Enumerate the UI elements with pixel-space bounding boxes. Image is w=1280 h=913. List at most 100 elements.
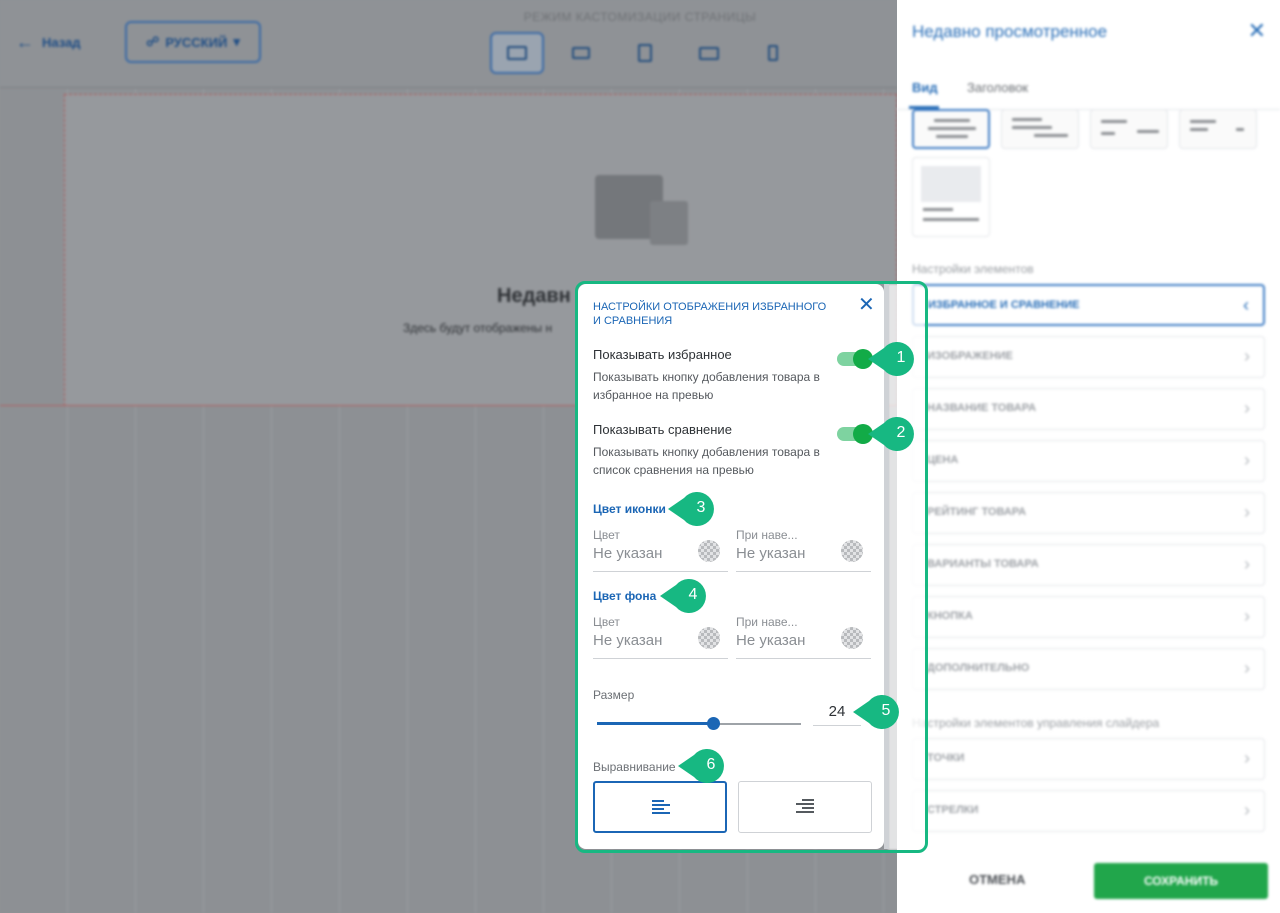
icon-hover-color-field[interactable]: При наве... Не указан: [736, 528, 871, 572]
device-switcher: [490, 32, 800, 74]
slider-handle[interactable]: [707, 717, 720, 730]
show-favorites-toggle[interactable]: [837, 349, 873, 369]
tablet-landscape-view-button[interactable]: [682, 32, 736, 74]
widget-subtitle: Здесь будут отображены н: [403, 321, 553, 335]
desktop-icon: [507, 46, 527, 60]
mode-title: РЕЖИМ КАСТОМИЗАЦИИ СТРАНИЦЫ: [523, 10, 757, 24]
color-swatch-icon[interactable]: [841, 627, 863, 649]
accordion-label: ВАРИАНТЫ ТОВАРА: [927, 558, 1039, 570]
arrow-left-icon: ←: [16, 32, 34, 52]
back-button[interactable]: ← Назад: [16, 32, 81, 53]
field-value: Не указан: [593, 632, 663, 649]
bg-hover-color-field[interactable]: При наве... Не указан: [736, 615, 871, 659]
back-label: Назад: [42, 35, 81, 50]
accordion-variants[interactable]: ВАРИАНТЫ ТОВАРА ›: [912, 544, 1265, 586]
show-compare-toggle[interactable]: [837, 424, 873, 444]
icon-color-field[interactable]: Цвет Не указан: [593, 528, 728, 572]
callout-number: 1: [896, 349, 906, 366]
accordion-label: ИЗБРАННОЕ И СРАВНЕНИЕ: [928, 299, 1080, 311]
size-slider[interactable]: [597, 717, 801, 730]
layout-option-5[interactable]: [912, 157, 990, 237]
accordion-button[interactable]: КНОПКА ›: [912, 596, 1265, 638]
field-label: Цвет: [593, 615, 620, 629]
field-label: При наве...: [736, 615, 798, 629]
align-left-icon: [652, 800, 670, 816]
accordion-additional[interactable]: ДОПОЛНИТЕЛЬНО ›: [912, 648, 1265, 690]
chevron-right-icon: ›: [1244, 800, 1250, 820]
desktop-view-button[interactable]: [490, 32, 544, 74]
bg-color-label: Цвет фона: [593, 589, 657, 603]
caret-down-icon: ▾: [233, 34, 240, 49]
layout-option-3[interactable]: [1090, 109, 1168, 149]
editor-toolbar: ← Назад ☍ РУССКИЙ ▾ РЕЖИМ КАСТОМИЗАЦИИ С…: [0, 0, 897, 88]
field-label: Цвет: [593, 528, 620, 542]
cancel-button[interactable]: ОТМЕНА: [969, 872, 1025, 887]
accordion-favorites-compare[interactable]: ИЗБРАННОЕ И СРАВНЕНИЕ ‹: [912, 284, 1265, 326]
widget-title: Недавн: [497, 285, 571, 307]
tablet-icon: [638, 44, 652, 62]
tablet-view-button[interactable]: [618, 32, 672, 74]
accordion-label: РЕЙТИНГ ТОВАРА: [927, 506, 1027, 518]
alignment-label: Выравнивание: [593, 760, 676, 774]
show-compare-description: Показывать кнопку добавления товара в сп…: [593, 445, 820, 477]
show-favorites-description: Показывать кнопку добавления товара в из…: [593, 370, 820, 402]
callout-badge: 1: [868, 342, 918, 376]
laptop-icon: [572, 47, 590, 59]
layout-option-1[interactable]: [912, 109, 990, 149]
accordion-price[interactable]: ЦЕНА ›: [912, 440, 1265, 482]
accordion-label: ТОЧКИ: [927, 752, 965, 764]
close-icon[interactable]: ✕: [858, 292, 875, 317]
accordion-label: НАЗВАНИЕ ТОВАРА: [927, 402, 1037, 414]
sidebar-tabs: Вид Заголовок: [897, 62, 1280, 110]
color-swatch-icon[interactable]: [698, 540, 720, 562]
callout-number: 3: [696, 499, 706, 516]
accordion-dots[interactable]: ТОЧКИ ›: [912, 738, 1265, 780]
chevron-right-icon: ›: [1244, 606, 1250, 626]
language-value: РУССКИЙ: [165, 34, 228, 50]
tablet-landscape-icon: [699, 46, 719, 60]
bg-color-field[interactable]: Цвет Не указан: [593, 615, 728, 659]
callout-badge: 2: [868, 417, 918, 451]
accordion-label: КНОПКА: [927, 610, 973, 622]
callout-badge: 4: [660, 579, 710, 613]
field-label: При наве...: [736, 528, 798, 542]
chevron-right-icon: ›: [1244, 450, 1250, 470]
accordion-arrows[interactable]: СТРЕЛКИ ›: [912, 790, 1265, 832]
language-select[interactable]: ☍ РУССКИЙ ▾: [125, 21, 261, 63]
align-right-button[interactable]: [738, 781, 872, 833]
color-swatch-icon[interactable]: [841, 540, 863, 562]
layout-option-4[interactable]: [1179, 109, 1257, 149]
save-button[interactable]: СОХРАНИТЬ: [1094, 863, 1268, 899]
boxes-icon: [595, 165, 695, 245]
callout-number: 5: [881, 702, 891, 719]
chevron-right-icon: ›: [1244, 398, 1250, 418]
slider-section-title: Настройки элементов управления слайдера: [912, 716, 1160, 730]
chevron-left-icon: ‹: [1243, 295, 1249, 315]
tab-view[interactable]: Вид: [912, 80, 938, 95]
chevron-right-icon: ›: [1244, 658, 1250, 678]
accordion-rating[interactable]: РЕЙТИНГ ТОВАРА ›: [912, 492, 1265, 534]
accordion-label: ДОПОЛНИТЕЛЬНО: [927, 662, 1030, 674]
image-placeholder-icon: [921, 166, 981, 202]
laptop-view-button[interactable]: [554, 32, 608, 74]
callout-badge: 3: [668, 492, 718, 526]
mobile-view-button[interactable]: [746, 32, 800, 74]
slider-fill: [597, 722, 713, 725]
callout-badge: 6: [678, 749, 728, 783]
field-value: Не указан: [593, 545, 663, 562]
color-swatch-icon[interactable]: [698, 627, 720, 649]
icon-color-label: Цвет иконки: [593, 502, 666, 516]
accordion-image[interactable]: ИЗОБРАЖЕНИЕ ›: [912, 336, 1265, 378]
accordion-label: ИЗОБРАЖЕНИЕ: [927, 350, 1013, 362]
chevron-right-icon: ›: [1244, 502, 1250, 522]
panel-title: НАСТРОЙКИ ОТОБРАЖЕНИЯ ИЗБРАННОГО И СРАВН…: [593, 301, 827, 327]
field-value: Не указан: [736, 632, 806, 649]
tab-header[interactable]: Заголовок: [967, 80, 1028, 95]
show-compare-title: Показывать сравнение: [593, 422, 732, 437]
close-icon[interactable]: ✕: [1248, 18, 1266, 44]
show-favorites-title: Показывать избранное: [593, 347, 732, 362]
chevron-right-icon: ›: [1244, 554, 1250, 574]
layout-option-2[interactable]: [1001, 109, 1079, 149]
accordion-product-name[interactable]: НАЗВАНИЕ ТОВАРА ›: [912, 388, 1265, 430]
align-left-button[interactable]: [593, 781, 727, 833]
